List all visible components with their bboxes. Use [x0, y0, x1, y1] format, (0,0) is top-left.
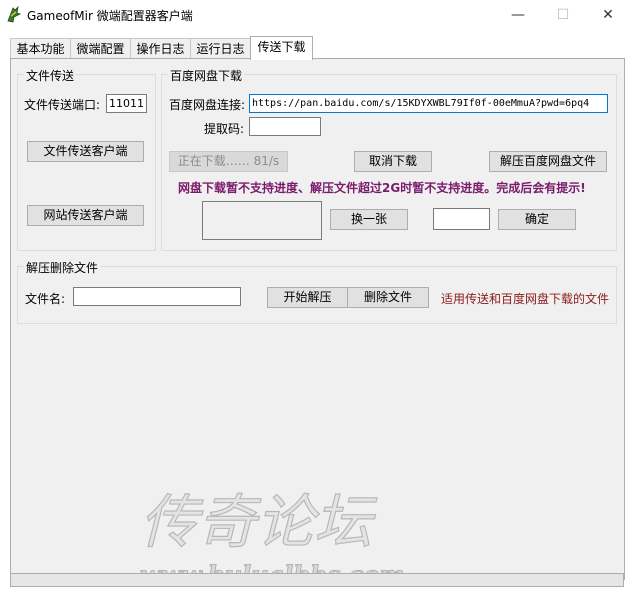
watermark-text: 传奇论坛: [140, 488, 378, 556]
confirm-button[interactable]: 确定: [498, 209, 576, 230]
captcha-input[interactable]: [433, 208, 490, 230]
baidu-link-label: 百度网盘连接:: [169, 98, 246, 112]
baidu-link-input[interactable]: https://pan.baidu.com/s/15KDYXWBL79If0f-…: [249, 94, 608, 113]
code-label: 提取码:: [204, 122, 245, 136]
app-icon: [7, 6, 22, 23]
filename-label: 文件名:: [25, 292, 66, 306]
maximize-button[interactable]: ☐: [540, 0, 586, 30]
title-bar: GameofMir 微端配置器客户端 — ☐ ✕: [0, 0, 632, 30]
minimize-button[interactable]: —: [495, 0, 541, 30]
extract-hint: 适用传送和百度网盘下载的文件: [441, 292, 610, 306]
refresh-captcha-button[interactable]: 换一张: [330, 209, 408, 230]
tab-basic[interactable]: 基本功能: [10, 38, 71, 59]
code-input[interactable]: [249, 117, 321, 136]
port-input[interactable]: 11011: [106, 94, 147, 113]
captcha-image[interactable]: [202, 201, 322, 240]
extract-delete-group: 解压删除文件 文件名: 开始解压 删除文件 适用传送和百度网盘下载的文件: [17, 259, 617, 324]
baidu-download-title: 百度网盘下载: [168, 67, 245, 84]
extract-delete-title: 解压删除文件: [24, 259, 101, 276]
file-transfer-group: 文件传送 文件传送端口: 11011 文件传送客户端 网站传送客户端: [17, 67, 156, 251]
tab-run-log[interactable]: 运行日志: [190, 38, 251, 59]
tab-client-config[interactable]: 微端配置: [70, 38, 131, 59]
window-title: GameofMir 微端配置器客户端: [27, 9, 193, 23]
download-notice: 网盘下载暂不支持进度、解压文件超过2G时暂不支持进度。完成后会有提示!: [178, 181, 586, 195]
filename-input[interactable]: [73, 287, 241, 306]
status-bar: [10, 573, 624, 587]
site-transfer-client-button[interactable]: 网站传送客户端: [27, 205, 144, 226]
port-label: 文件传送端口:: [24, 98, 101, 112]
downloading-button[interactable]: 正在下载…… 81/s: [169, 151, 288, 172]
tab-transfer-download[interactable]: 传送下载: [250, 36, 313, 60]
delete-file-button[interactable]: 删除文件: [347, 287, 429, 308]
cancel-download-button[interactable]: 取消下载: [354, 151, 432, 172]
transfer-client-button[interactable]: 文件传送客户端: [27, 141, 144, 162]
start-extract-button[interactable]: 开始解压: [267, 287, 348, 308]
baidu-download-group: 百度网盘下载 百度网盘连接: https://pan.baidu.com/s/1…: [161, 67, 617, 251]
tab-operation-log[interactable]: 操作日志: [130, 38, 191, 59]
file-transfer-title: 文件传送: [24, 67, 77, 84]
extract-baidu-file-button[interactable]: 解压百度网盘文件: [489, 151, 607, 172]
close-button[interactable]: ✕: [585, 0, 631, 30]
